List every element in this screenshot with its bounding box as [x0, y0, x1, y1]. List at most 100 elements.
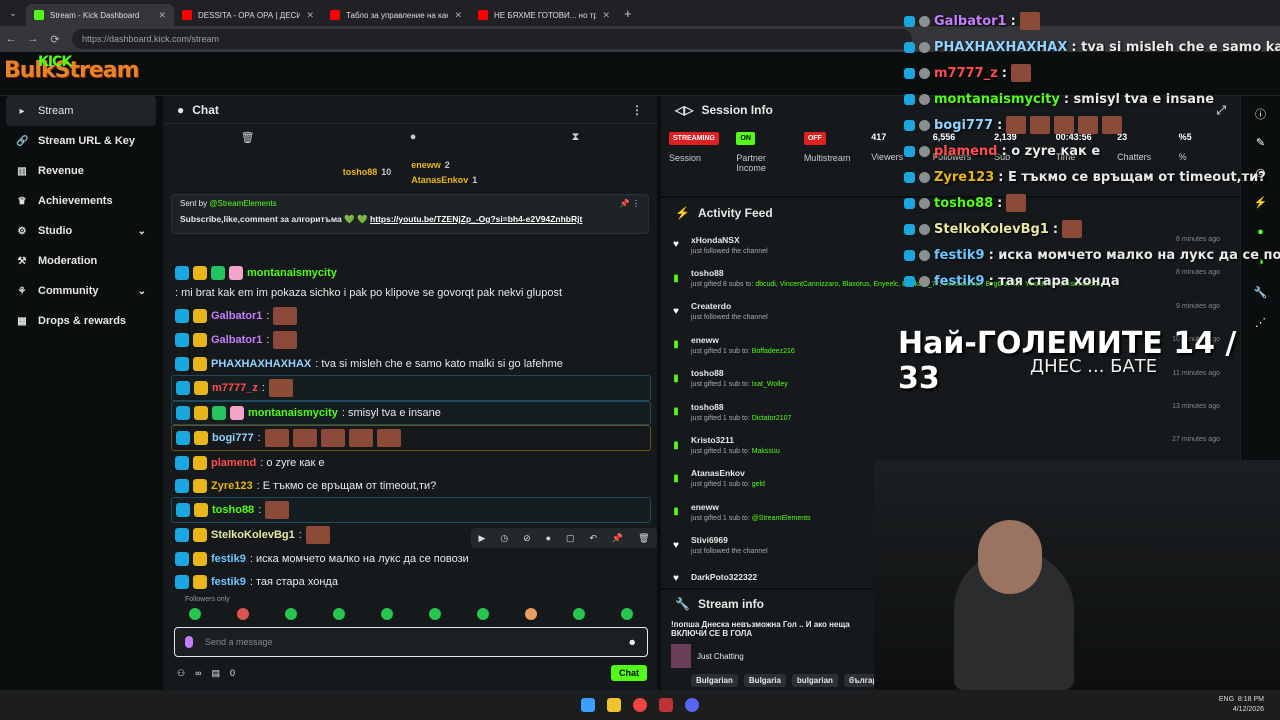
tab-close-icon[interactable]: ✕ — [602, 10, 610, 21]
stream-tag[interactable]: Bulgarian — [691, 674, 738, 687]
activity-item[interactable]: ♥ Createrdo just followed the channel 9 mi… — [671, 295, 1230, 328]
tab-search-icon[interactable]: ⌄ — [0, 8, 26, 19]
overlay-username: Zyre123 — [934, 169, 995, 185]
emoji-icon[interactable]: ☻ — [628, 637, 637, 647]
sidebar-item[interactable]: ▸ Stream — [6, 96, 156, 126]
undo-icon[interactable]: ↶ — [589, 533, 597, 544]
chat-message[interactable]: Galbator1: — [171, 304, 651, 328]
reload-icon[interactable]: ⟳ — [44, 33, 66, 46]
new-tab-button[interactable]: + — [624, 6, 632, 21]
emote-5[interactable] — [381, 608, 393, 620]
pin-message-icon[interactable]: 📌 — [612, 533, 623, 544]
chat-username[interactable]: montanaismycity — [248, 405, 338, 421]
chat-username[interactable]: Zyre123 — [211, 478, 253, 494]
sidebar-item[interactable]: 🔗 Stream URL & Key — [0, 126, 162, 156]
overlay-username: tosho88 — [934, 195, 994, 211]
pin-icon[interactable]: 📌 ⋮ — [620, 199, 640, 208]
overlay-message: bogi777: — [904, 112, 1280, 138]
emote-10[interactable] — [621, 608, 633, 620]
trash-icon[interactable]: 🗑 — [241, 131, 255, 144]
chat-message[interactable]: montanaismycity: mi brat kak em im pokaz… — [171, 262, 651, 304]
stream-tag[interactable]: Bulgaria — [743, 674, 786, 687]
chat-username[interactable]: m7777_z — [212, 380, 258, 396]
chat-message[interactable]: festik9: иска момчето малко на лукс да с… — [171, 547, 651, 570]
chat-username[interactable]: plamend — [211, 455, 256, 471]
emote-4[interactable] — [333, 608, 345, 620]
chat-message[interactable]: Galbator1: — [171, 328, 651, 352]
sidebar-item[interactable]: ▥ Revenue — [0, 156, 162, 186]
chrome-icon[interactable] — [633, 698, 647, 712]
chat-username[interactable]: PHAXHAXHAXHAX — [211, 356, 311, 372]
sidebar-item[interactable]: ⚙ Studio ⌄ — [0, 216, 162, 246]
emote-image — [292, 429, 317, 447]
tab-close-icon[interactable]: ✕ — [306, 10, 314, 21]
browser-tab[interactable]: НЕ БЯХМЕ ГОТОВИ... но тръгн... ✕ — [470, 4, 618, 26]
chat-message[interactable]: tosho88: — [171, 497, 651, 523]
browser-tab[interactable]: Табло за управление на канал... ✕ — [322, 4, 470, 26]
forward-icon[interactable]: → — [22, 33, 44, 45]
tab-close-icon[interactable]: ✕ — [454, 10, 462, 21]
back-icon[interactable]: ← — [0, 33, 22, 45]
status-pill: ON — [736, 132, 755, 145]
chat-input[interactable]: Send a message ☻ — [174, 627, 648, 657]
emote-7[interactable] — [477, 608, 489, 620]
chat-send-button[interactable]: Chat — [611, 665, 647, 681]
chat-username[interactable]: StelkoKolevBg1 — [211, 527, 295, 543]
chat-username[interactable]: tosho88 — [212, 502, 254, 518]
browser-tab[interactable]: DESSITA - ОРА ОРА | ДЕСИ... ✕ — [174, 4, 322, 26]
emote-3[interactable] — [285, 608, 297, 620]
mic-icon[interactable] — [185, 636, 193, 648]
emote-2[interactable] — [237, 608, 249, 620]
emote-1[interactable] — [189, 608, 201, 620]
activity-item[interactable]: ▮ Kristo3211 just gifted 1 sub to: Makssuu… — [671, 428, 1230, 461]
chat-message[interactable]: plamend: о zyre как е — [171, 451, 651, 474]
chat-username[interactable]: bogi777 — [212, 430, 254, 446]
chat-message[interactable]: m7777_z: — [171, 375, 651, 401]
url-field[interactable]: https://dashboard.kick.com/stream — [72, 29, 912, 49]
sidebar-item[interactable]: ▦ Drops & rewards — [0, 306, 162, 336]
pinned-message[interactable]: Sent by @StreamElements 📌 ⋮ Subscribe,li… — [171, 194, 649, 234]
chat-message[interactable]: PHAXHAXHAXHAX: tva si misleh che e samo … — [171, 352, 651, 375]
chat-message[interactable]: Zyre123: Е тъкмо се връщам от timeout,ти… — [171, 474, 651, 497]
chat-username[interactable]: montanaismycity — [247, 265, 337, 281]
chat-username[interactable]: Galbator1 — [211, 332, 262, 348]
chevron-down-icon[interactable]: ⌄ — [138, 226, 146, 237]
clock-icon[interactable]: ◷ — [500, 533, 508, 544]
chat-username[interactable]: festik9 — [211, 574, 246, 590]
sidebar-item[interactable]: ⚒ Moderation — [0, 246, 162, 276]
windows-start-icon[interactable] — [581, 698, 595, 712]
app-icon[interactable] — [659, 698, 673, 712]
emote-6[interactable] — [429, 608, 441, 620]
sidebar-item[interactable]: ♛ Achievements — [0, 186, 162, 216]
chat-username[interactable]: festik9 — [211, 551, 246, 567]
emote-8[interactable] — [525, 608, 537, 620]
activity-user: eneww — [691, 334, 719, 345]
pinned-link[interactable]: https://youtu.be/TZENjZp_-Og?si=bh4-e2V9… — [370, 214, 582, 224]
chevron-down-icon[interactable]: ⌄ — [138, 286, 146, 297]
chat-message[interactable]: bogi777: — [171, 425, 651, 451]
user-badge-icon — [194, 381, 208, 395]
reply-icon[interactable]: ● — [546, 533, 551, 543]
chat-message[interactable]: montanaismycity: smisyl tva e insane — [171, 401, 651, 425]
comment-icon[interactable]: ● — [410, 131, 417, 143]
session-card-label: Partner Income — [736, 153, 766, 173]
ban-icon[interactable]: ⊘ — [523, 533, 531, 544]
more-icon[interactable]: ⋮ — [631, 103, 643, 117]
overlay-message: plamend: о zyre как е — [904, 138, 1280, 164]
delete-icon[interactable]: 🗑 — [638, 533, 649, 544]
chat-message[interactable]: festik9: тая стара хонда — [171, 570, 651, 593]
emote-9[interactable] — [573, 608, 585, 620]
discord-icon[interactable] — [685, 698, 699, 712]
play-icon[interactable]: ▶ — [478, 533, 485, 544]
stream-tag[interactable]: bulgarian — [791, 674, 838, 687]
activity-detail: just gifted 1 sub to: Ixat_Wolley — [691, 381, 788, 388]
activity-action: just gifted 1 sub to: — [691, 347, 752, 355]
tab-close-icon[interactable]: ✕ — [158, 10, 166, 21]
file-explorer-icon[interactable] — [607, 698, 621, 712]
hourglass-icon[interactable]: ⧗ — [572, 131, 580, 144]
activity-item[interactable]: ▮ tosho88 just gifted 1 sub to: Dictator21… — [671, 395, 1230, 428]
copy-icon[interactable]: ▢ — [566, 533, 575, 544]
sidebar-item[interactable]: ⚘ Community ⌄ — [0, 276, 162, 306]
chat-username[interactable]: Galbator1 — [211, 308, 262, 324]
browser-tab[interactable]: Stream - Kick Dashboard ✕ — [26, 4, 174, 26]
